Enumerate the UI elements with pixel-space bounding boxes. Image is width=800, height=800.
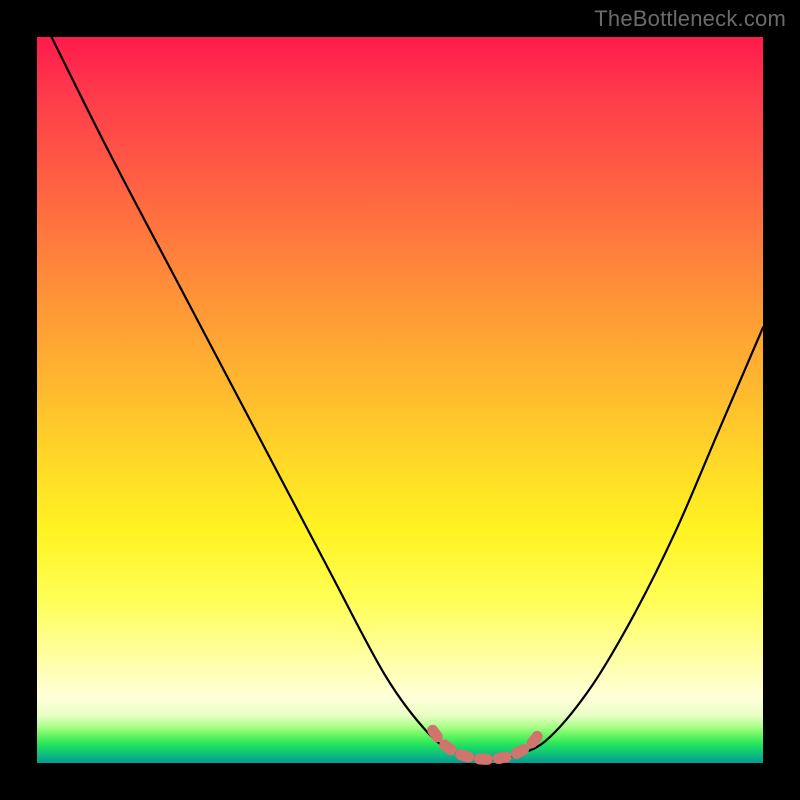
- watermark-text: TheBottleneck.com: [594, 6, 786, 32]
- curve-layer: [37, 37, 763, 763]
- highlight-floor-path: [433, 730, 542, 759]
- bottleneck-curve-path: [52, 37, 763, 760]
- chart-frame: TheBottleneck.com: [0, 0, 800, 800]
- plot-area: [37, 37, 763, 763]
